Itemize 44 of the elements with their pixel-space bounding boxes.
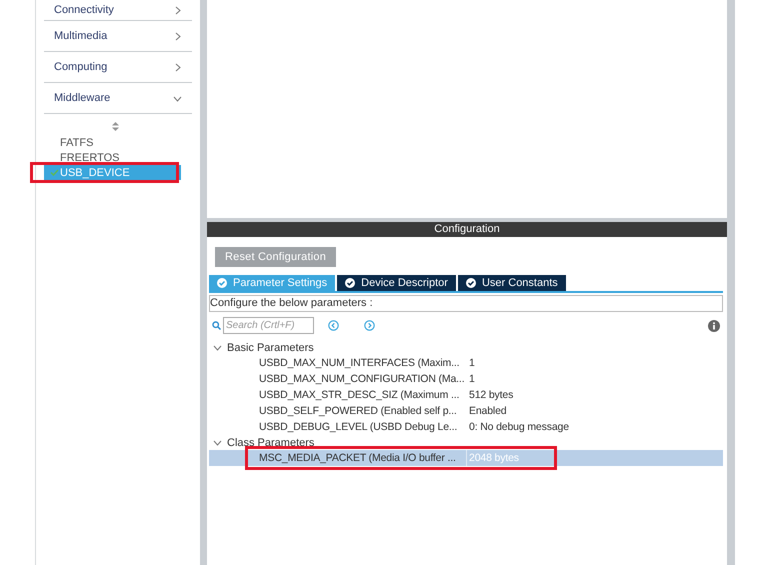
component-item[interactable]: FREERTOS [44, 150, 181, 165]
check-circle-icon [217, 278, 227, 288]
info-icon[interactable] [708, 320, 720, 332]
parameter-row[interactable]: USBD_MAX_NUM_CONFIGURATION (Ma... 1 [209, 371, 723, 387]
parameter-row[interactable]: USBD_SELF_POWERED (Enabled self p... Enabled [209, 403, 723, 419]
check-circle-icon [466, 278, 476, 288]
category-item[interactable]: Multimedia [44, 21, 192, 52]
parameter-row[interactable]: USBD_MAX_STR_DESC_SIZ (Maximum ... 512 bytes [209, 387, 723, 403]
parameter-name: USBD_MAX_NUM_CONFIGURATION (Ma... [259, 372, 466, 387]
chevron-right-icon [173, 6, 182, 14]
parameter-group[interactable]: Class Parameters [209, 435, 723, 450]
next-icon[interactable] [364, 320, 375, 331]
parameter-value: 1 [468, 372, 476, 387]
chevron-right-icon [173, 62, 182, 72]
parameter-name: USBD_MAX_STR_DESC_SIZ (Maximum ... [259, 388, 460, 403]
parameter-value: 1 [468, 356, 476, 371]
chevron-right-icon [173, 32, 182, 40]
component-item[interactable]: FATFS [44, 135, 181, 150]
search-icon [212, 321, 221, 330]
parameter-value: Enabled [468, 404, 508, 419]
parameter-name: USBD_SELF_POWERED (Enabled self p... [259, 404, 458, 419]
parameter-value: 0: No debug message [468, 420, 570, 435]
search-field[interactable]: Search (Crtl+F) [223, 317, 314, 334]
parameter-group[interactable]: Basic Parameters [209, 340, 723, 355]
previous-icon[interactable] [328, 320, 339, 331]
parameter-row[interactable]: USBD_MAX_NUM_INTERFACES (Maxim... 1 [209, 355, 723, 371]
tab[interactable]: Device Descriptor [337, 275, 456, 291]
parameter-name: USBD_DEBUG_LEVEL (USBD Debug Le... [259, 420, 458, 435]
panel-title: Configuration [207, 222, 727, 237]
category-item[interactable]: Middleware [44, 83, 192, 114]
parameter-name: USBD_MAX_NUM_INTERFACES (Maxim... [259, 356, 460, 371]
check-circle-icon [345, 278, 356, 288]
parameter-row[interactable]: USBD_DEBUG_LEVEL (USBD Debug Le... 0: No debug message [209, 419, 723, 435]
parameter-value: 2048 bytes [466, 450, 723, 466]
parameter-value: 512 bytes [468, 388, 514, 403]
check-icon [50, 168, 59, 176]
description-field: Configure the below parameters : [209, 295, 723, 312]
category-item[interactable]: Connectivity [44, 0, 192, 21]
chevron-down-icon [213, 343, 222, 352]
parameter-name: MSC_MEDIA_PACKET (Media I/O buffer ... [259, 451, 457, 466]
category-item[interactable]: Computing [44, 52, 192, 83]
sort-icon[interactable] [112, 122, 119, 131]
chevron-down-icon [213, 438, 222, 447]
tab[interactable]: User Constants [458, 275, 566, 291]
